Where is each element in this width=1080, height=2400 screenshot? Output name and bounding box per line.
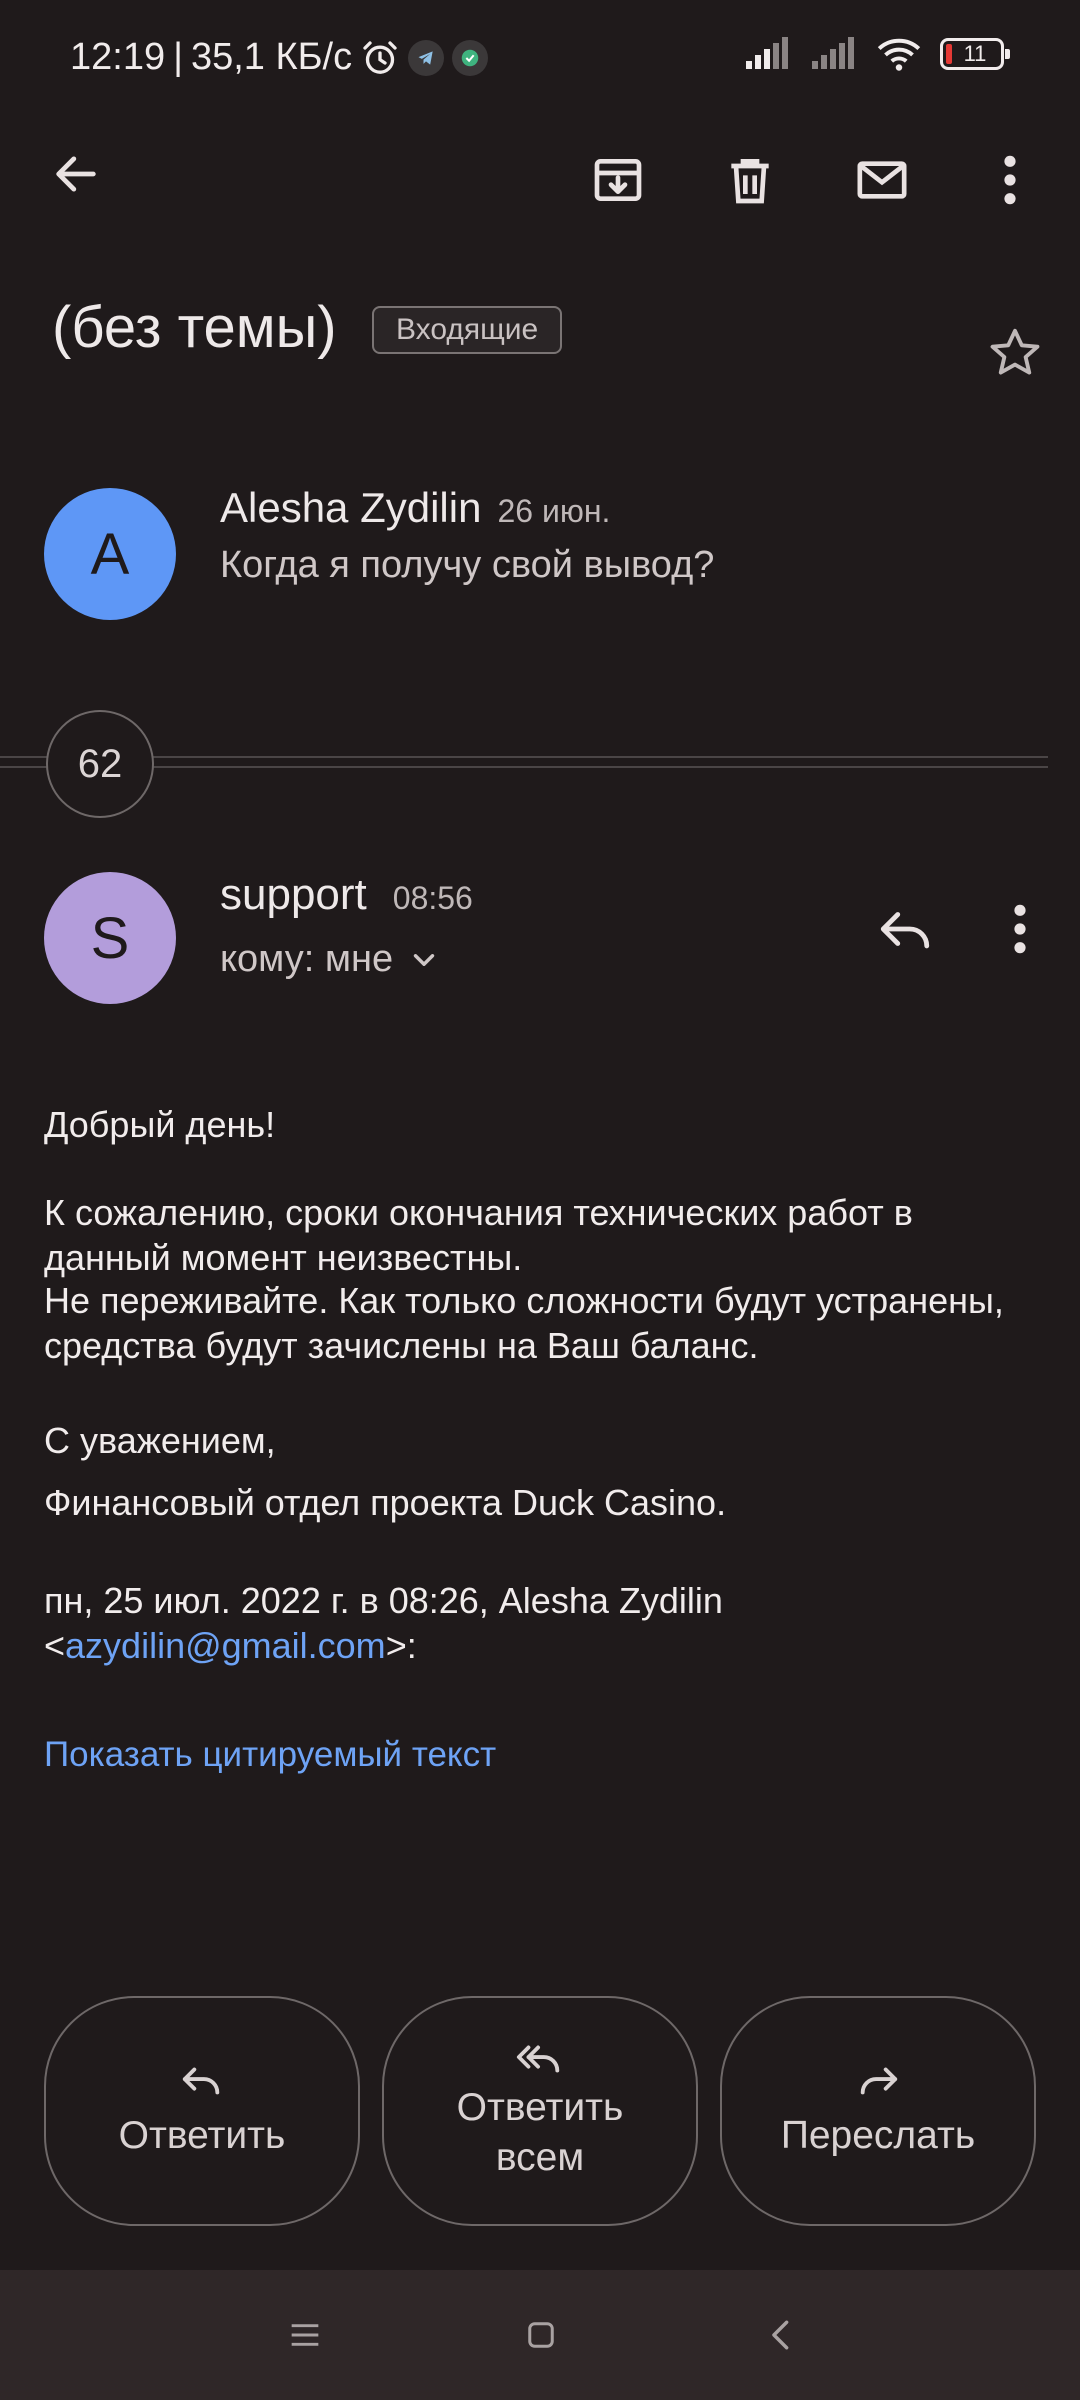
mark-unread-button[interactable] [846,146,918,214]
battery-level-text: 11 [963,41,987,66]
message-signoff: С уважением, [44,1420,276,1461]
avatar-letter: A [90,521,130,587]
forward-icon [860,2067,898,2095]
mail-icon [857,161,907,199]
quote-email-link[interactable]: azydilin@gmail.com [65,1625,386,1666]
avatar[interactable]: S [44,872,176,1004]
battery-icon: 11 [940,38,1010,70]
inbox-label-chip[interactable]: Входящие [372,306,563,354]
thread-subject: (без темы) [52,295,337,360]
network-speed-text: 35,1 КБ/с [190,36,353,78]
archive-button[interactable] [584,146,652,214]
shield-check-icon [452,39,489,76]
system-back-button[interactable] [746,2305,816,2365]
avatar: A [44,488,176,620]
reply-action-button[interactable]: Ответить [44,1996,360,2226]
message-more-button[interactable] [1000,894,1040,964]
reply-all-action-label: всем [495,2136,585,2179]
status-separator: | [173,36,183,78]
reply-action-label: Ответить [118,2114,286,2157]
recipient-details-toggle[interactable]: кому: мне [220,938,441,981]
reply-all-action-button[interactable]: Ответить всем [382,1996,698,2226]
message-paragraph: Не переживайте. Как только сложности буд… [44,1280,1004,1366]
quote-bracket: < [44,1625,66,1666]
reply-icon [880,912,930,949]
home-square-icon [528,2322,554,2348]
delete-icon [731,159,769,204]
message-greeting: Добрый день! [44,1104,276,1145]
sender-name: support [220,870,367,919]
more-vert-icon [1004,155,1016,205]
recipient-text: кому: мне [220,938,394,980]
chevron-left-icon [772,2320,789,2350]
back-arrow-icon [56,156,96,192]
message-date: 26 июн. [497,493,611,529]
back-button[interactable] [44,142,108,206]
collapsed-message-row[interactable]: A Alesha Zydilin 26 июн. Когда я получу … [0,470,1080,650]
star-button[interactable] [980,318,1050,388]
divider [0,766,1048,768]
message-header: Alesha Zydilin 26 июн. [220,484,610,532]
wifi-icon [877,38,921,71]
signal-secondary-icon [812,37,854,69]
message-snippet: Когда я получу свой вывод? [220,544,715,586]
reply-button[interactable] [870,894,940,964]
recent-apps-button[interactable] [270,2305,340,2365]
clock-text: 12:19 [70,36,166,78]
status-bar-time: 12:19 | 35,1 КБ/с [70,36,489,79]
message-signature: Финансовый отдел проекта Duck Casino. [44,1482,727,1523]
signal-icon [746,37,788,69]
sender-name: Alesha Zydilin [220,484,482,531]
reply-all-action-label: Ответить [456,2086,624,2129]
chevron-down-icon [413,953,435,966]
forward-action-label: Переслать [780,2114,976,2157]
forward-action-button[interactable]: Переслать [720,1996,1036,2226]
message-time: 08:56 [392,880,473,916]
reply-all-icon [516,2045,560,2073]
divider [0,756,1048,758]
telegram-icon [408,39,445,76]
quote-header: пн, 25 июл. 2022 г. в 08:26, Alesha Zydi… [44,1578,1024,1668]
alarm-icon [363,40,397,74]
quote-header-text: пн, 25 июл. 2022 г. в 08:26, Alesha Zydi… [44,1580,723,1621]
quote-bracket: >: [385,1625,417,1666]
system-navigation-bar [0,2270,1080,2400]
more-options-button[interactable] [982,146,1038,214]
message-header: support 08:56 [220,870,473,920]
menu-icon [291,2324,319,2346]
delete-button[interactable] [716,146,784,214]
message-paragraph: К сожалению, сроки окончания технических… [44,1192,913,1278]
status-bar-indicators: 11 [744,36,1010,72]
avatar-letter: S [90,905,130,971]
more-vert-icon [1014,904,1026,954]
reply-icon [182,2067,220,2095]
show-quoted-text-link[interactable]: Показать цитируемый текст [44,1732,1024,1777]
collapsed-messages-count[interactable]: 62 [46,710,154,818]
home-button[interactable] [506,2305,576,2365]
archive-icon [594,159,642,201]
star-icon [990,328,1040,375]
